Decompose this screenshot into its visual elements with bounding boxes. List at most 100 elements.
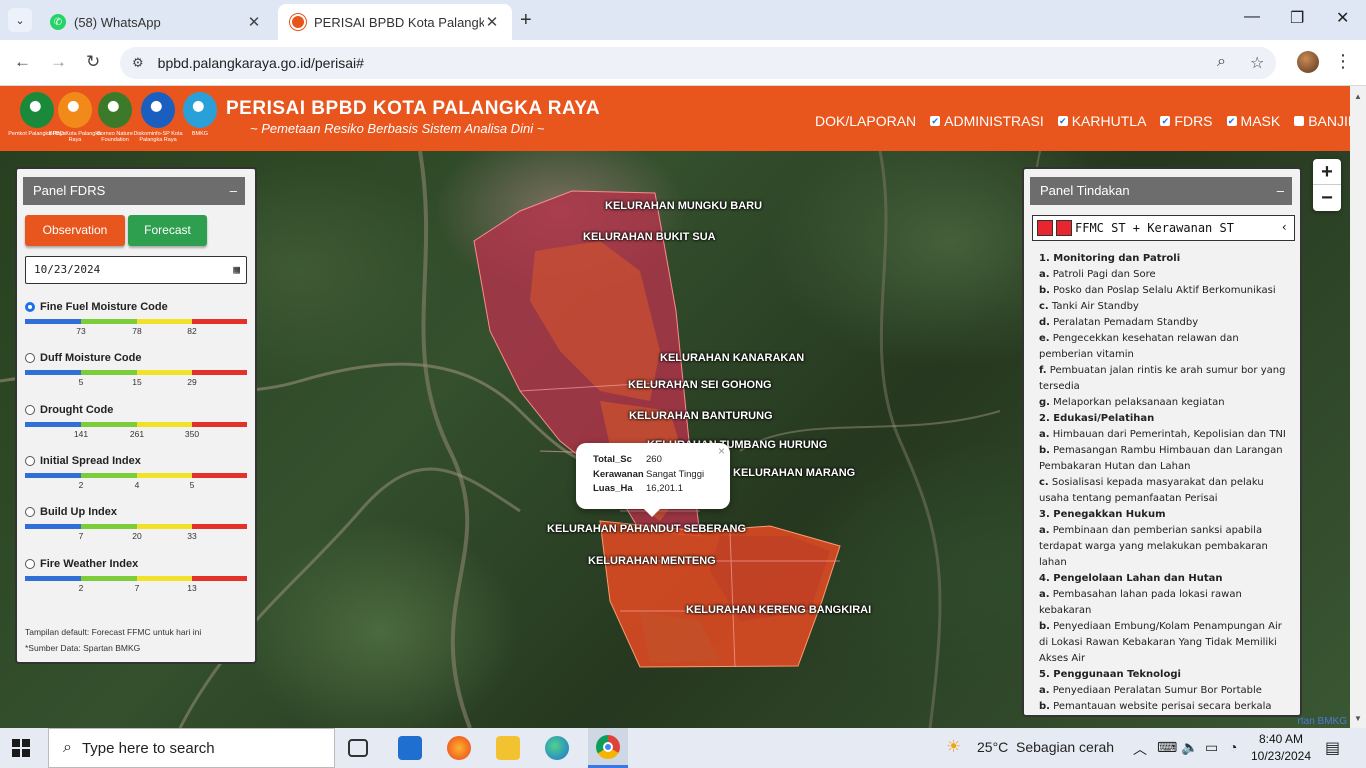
- minimize-window-icon[interactable]: —: [1244, 8, 1260, 26]
- kelurahan-label: KELURAHAN MENTENG: [588, 555, 716, 567]
- layer-menu-item[interactable]: ✔ KARHUTLA: [1057, 113, 1146, 129]
- volume-icon[interactable]: 🔈: [1181, 739, 1198, 756]
- wifi-icon[interactable]: ◔: [1229, 739, 1237, 755]
- fdrs-index-label-row[interactable]: Fine Fuel Moisture Code: [25, 301, 247, 313]
- layer-menu-item[interactable]: ✔ ADMINISTRASI: [930, 113, 1044, 129]
- layer-checkbox[interactable]: ✔: [930, 116, 941, 126]
- weather-desc[interactable]: Sebagian cerah: [1016, 739, 1114, 755]
- battery-icon[interactable]: ▭: [1205, 739, 1218, 756]
- fdrs-index-label-row[interactable]: Duff Moisture Code: [25, 352, 247, 364]
- fdrs-index-option[interactable]: Fine Fuel Moisture Code 73 78 82: [25, 301, 247, 336]
- chevron-left-icon[interactable]: ‹: [1281, 220, 1288, 234]
- zoom-in-button[interactable]: +: [1313, 159, 1341, 185]
- popup-close-icon[interactable]: ×: [718, 444, 725, 458]
- zoom-out-button[interactable]: −: [1313, 185, 1341, 211]
- layer-checkbox[interactable]: ✔: [1057, 116, 1068, 126]
- edge-icon[interactable]: [545, 736, 569, 760]
- zoom-icon[interactable]: ⌕: [1217, 53, 1226, 71]
- bpbd-icon: [290, 14, 306, 30]
- forecast-button[interactable]: Forecast: [128, 215, 207, 246]
- profile-avatar[interactable]: [1297, 51, 1319, 73]
- file-explorer-icon[interactable]: [496, 736, 520, 760]
- minimize-panel-button[interactable]: –: [1277, 177, 1284, 205]
- fdrs-index-label-row[interactable]: Fire Weather Index: [25, 558, 247, 570]
- language-icon[interactable]: ⌨: [1157, 739, 1177, 756]
- close-tab-icon[interactable]: ✕: [246, 13, 262, 31]
- index-radio[interactable]: [25, 507, 35, 518]
- fdrs-index-label-row[interactable]: Drought Code: [25, 404, 247, 416]
- index-radio[interactable]: [25, 302, 35, 312]
- scale-tick-label: 20: [132, 531, 142, 542]
- fdrs-index-option[interactable]: Build Up Index 7 20 33: [25, 506, 247, 541]
- chevron-up-icon[interactable]: ︿: [1133, 739, 1147, 759]
- observation-button[interactable]: Observation: [25, 215, 125, 246]
- action-item-key: a.: [1039, 589, 1050, 600]
- ffmc-kerawanan-select[interactable]: FFMC ST + Kerawanan ST ‹: [1032, 215, 1295, 241]
- date-input[interactable]: 10/23/2024 ▦: [25, 256, 247, 284]
- reload-icon[interactable]: ↻: [86, 52, 100, 72]
- partner-logo-caption: BMKG: [191, 131, 209, 137]
- kelurahan-label: KELURAHAN KERENG BANGKIRAI: [686, 604, 872, 616]
- action-item-key: a.: [1039, 525, 1050, 536]
- chrome-taskbar-button[interactable]: [588, 728, 628, 768]
- index-radio[interactable]: [25, 558, 35, 569]
- back-icon[interactable]: ←: [14, 52, 31, 72]
- chrome-icon-center: [603, 742, 613, 752]
- windows-start-icon[interactable]: [12, 739, 30, 757]
- forward-icon[interactable]: →: [50, 52, 67, 72]
- layer-checkbox[interactable]: ✔: [1226, 116, 1237, 126]
- close-window-icon[interactable]: ✕: [1336, 8, 1349, 28]
- fdrs-index-option[interactable]: Drought Code 141 261 350: [25, 404, 247, 439]
- mail-icon[interactable]: [398, 736, 422, 760]
- tab-search-dropdown[interactable]: ⌄: [8, 8, 32, 32]
- popup-tip: [643, 508, 661, 517]
- bookmark-star-icon[interactable]: ☆: [1250, 53, 1264, 73]
- scroll-up-icon[interactable]: ▲: [1354, 92, 1362, 101]
- index-radio[interactable]: [25, 404, 35, 415]
- index-radio[interactable]: [25, 455, 35, 466]
- layer-menu-label: MASK: [1240, 113, 1281, 129]
- page-scrollbar[interactable]: ▲ ▼: [1350, 86, 1366, 728]
- taskbar-search[interactable]: ⌕ Type here to search: [48, 728, 335, 768]
- action-item-text: Pembinaan dan pemberian sanksi apabila t…: [1039, 525, 1268, 568]
- fdrs-index-option[interactable]: Initial Spread Index 2 4 5: [25, 455, 247, 490]
- fdrs-index-option[interactable]: Fire Weather Index 2 7 13: [25, 558, 247, 593]
- index-label: Fire Weather Index: [40, 557, 139, 570]
- firefox-icon[interactable]: [447, 736, 471, 760]
- action-item-key: g.: [1039, 397, 1050, 408]
- weather-icon[interactable]: ☀: [946, 737, 961, 757]
- calendar-icon[interactable]: ▦: [233, 257, 240, 283]
- action-item: f. Pembuatan jalan rintis ke arah sumur …: [1039, 363, 1294, 395]
- index-radio[interactable]: [25, 353, 35, 364]
- notifications-icon[interactable]: ▤: [1325, 738, 1340, 758]
- layer-menu-item[interactable]: ✔ FDRS: [1160, 113, 1213, 129]
- fdrs-index-label-row[interactable]: Build Up Index: [25, 506, 247, 518]
- layer-menu-item[interactable]: DOK/LAPORAN: [815, 113, 916, 129]
- task-view-icon[interactable]: [348, 739, 368, 757]
- minimize-panel-button[interactable]: –: [230, 177, 237, 205]
- fdrs-index-option[interactable]: Duff Moisture Code 5 15 29: [25, 352, 247, 387]
- layer-menu-item[interactable]: ✔ MASK: [1226, 113, 1281, 129]
- index-label: Fine Fuel Moisture Code: [40, 301, 168, 313]
- site-info-icon[interactable]: ⚙: [132, 55, 144, 71]
- scale-ticks: 73 78 82: [25, 324, 247, 336]
- menu-kebab-icon[interactable]: ⋮: [1334, 51, 1352, 72]
- browser-tab-bar: ⌄ ✆ (58) WhatsApp ✕ PERISAI BPBD Kota Pa…: [0, 0, 1366, 40]
- weather-temp[interactable]: 25°C: [977, 739, 1008, 755]
- layer-checkbox[interactable]: [1294, 116, 1305, 126]
- restore-window-icon[interactable]: ❐: [1290, 8, 1304, 28]
- tab-perisai[interactable]: PERISAI BPBD Kota Palangka Ra ✕: [278, 4, 512, 40]
- scroll-down-icon[interactable]: ▼: [1354, 714, 1362, 723]
- map-attribution[interactable]: rtan BMKG: [1295, 715, 1350, 728]
- fdrs-index-label-row[interactable]: Initial Spread Index: [25, 455, 247, 467]
- new-tab-icon[interactable]: +: [520, 9, 532, 32]
- close-tab-icon[interactable]: ✕: [484, 13, 500, 31]
- layer-checkbox[interactable]: ✔: [1160, 116, 1171, 126]
- tab-whatsapp[interactable]: ✆ (58) WhatsApp ✕: [38, 4, 274, 40]
- action-section-heading: 5. Penggunaan Teknologi: [1039, 669, 1181, 680]
- clock[interactable]: 8:40 AM 10/23/2024: [1248, 731, 1314, 765]
- kelurahan-label: KELURAHAN BANTURUNG: [629, 410, 773, 422]
- action-item-key: a.: [1039, 429, 1050, 440]
- layer-menu-item[interactable]: BANJIR: [1294, 113, 1358, 129]
- url-input[interactable]: ⚙ bpbd.palangkaraya.go.id/perisai#: [120, 47, 1276, 79]
